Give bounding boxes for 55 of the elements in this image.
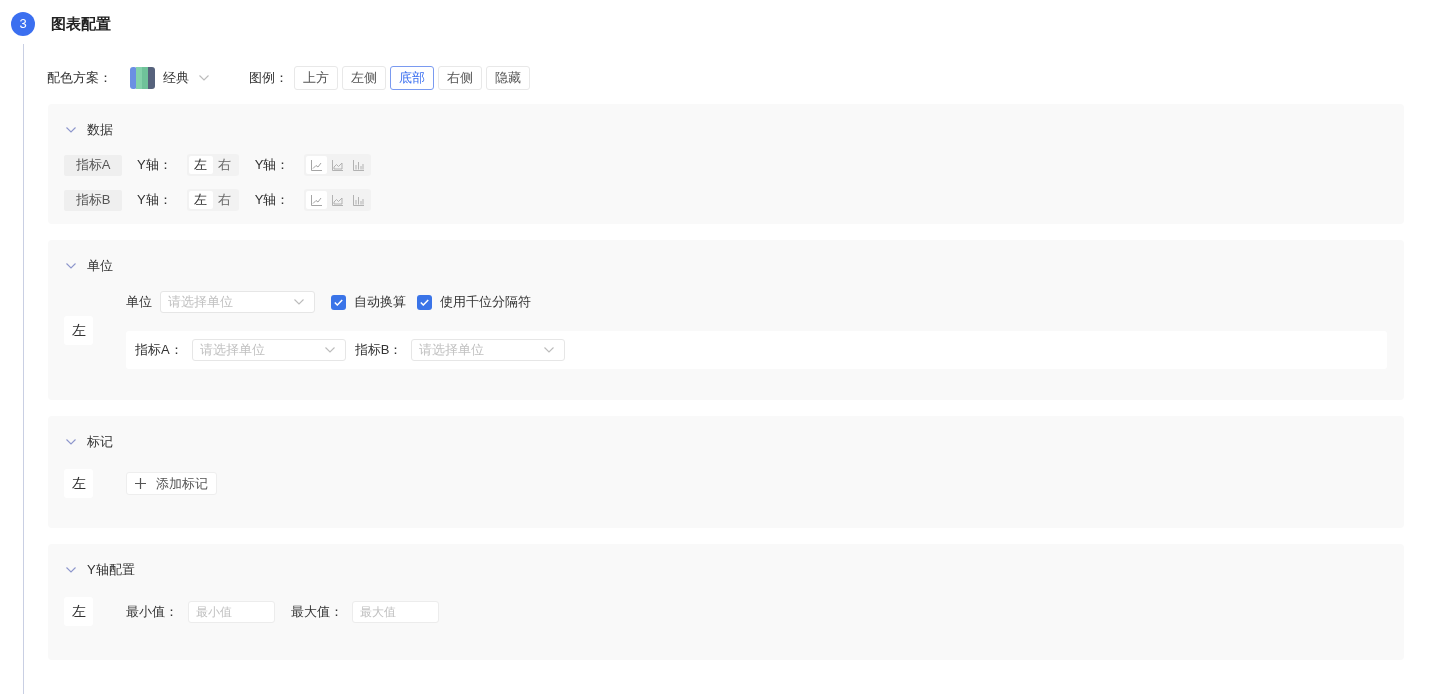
field-label: 配色方案： [47,69,112,88]
color-palette-icon [130,67,155,89]
area-chart-icon [332,194,344,206]
field-label: 最小值： [126,602,178,621]
field-label: Y轴： [254,191,290,210]
axis-side-label: 左 [64,469,93,498]
checkbox-label[interactable]: 自动换算 [354,292,406,312]
chevron-down-icon [544,347,555,353]
check-icon [420,298,429,306]
metric-tag: 指标B [64,189,122,211]
legend-position-option[interactable]: 左侧 [342,66,386,90]
field-label: 单位 [126,293,152,312]
chart-type-option[interactable] [306,156,328,174]
legend-position-option[interactable]: 隐藏 [486,66,530,90]
chevron-down-icon [324,347,335,353]
line-chart-icon [311,159,323,171]
number-input[interactable]: 最大值 [352,600,439,623]
field-label: Y轴： [254,156,290,175]
section-title: 图表配置 [51,13,111,34]
chevron-down-icon [294,299,304,305]
bar-chart-icon [353,194,365,206]
legend-position-option[interactable]: 右侧 [438,66,482,90]
number-input[interactable]: 最小值 [188,600,275,623]
plus-icon [135,478,146,489]
checkbox[interactable] [331,294,346,310]
section-toggle[interactable]: 单位 [66,257,113,275]
field-label: Y轴： [137,156,172,175]
color-scheme-select[interactable]: 经典 [130,66,209,90]
field-label: Y轴： [137,191,172,210]
axis-option[interactable]: 左 [188,191,213,209]
bar-chart-icon [353,159,365,171]
step-number-badge: 3 [11,12,35,36]
field-label: 图例： [249,69,288,88]
axis-option[interactable]: 左 [188,156,213,174]
checkbox-label[interactable]: 使用千位分隔符 [440,292,531,312]
legend-position-option[interactable]: 底部 [390,66,434,90]
check-icon [334,298,343,306]
checkbox[interactable] [417,294,432,310]
field-label: 指标B： [354,341,403,360]
area-chart-icon [332,159,344,171]
axis-option[interactable]: 右 [212,191,237,209]
axis-side-label: 左 [64,597,93,626]
chevron-down-icon [199,75,209,81]
section-toggle[interactable]: 数据 [66,121,113,139]
field-label: 最大值： [291,602,343,621]
metric-tag: 指标A [64,154,122,176]
line-chart-icon [311,194,323,206]
chart-type-option[interactable] [306,191,328,209]
axis-option[interactable]: 右 [212,156,237,174]
add-mark-button[interactable]: 添加标记 [126,472,217,495]
section-toggle[interactable]: 标记 [66,433,113,451]
section-toggle[interactable]: Y轴配置 [66,561,135,579]
legend-position-option[interactable]: 上方 [294,66,338,90]
field-label: 指标A： [135,341,183,360]
axis-side-label: 左 [64,315,93,345]
